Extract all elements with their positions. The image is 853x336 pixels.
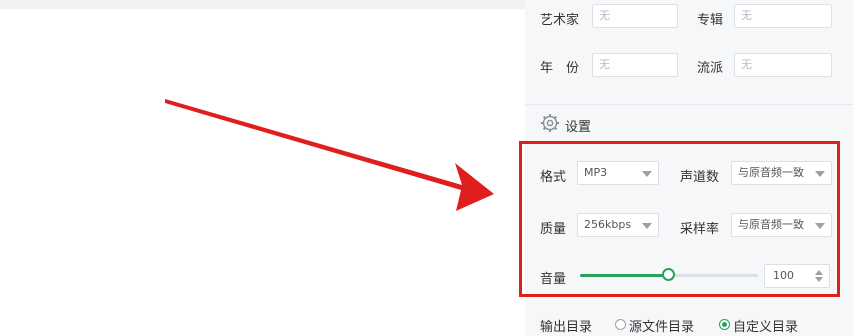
genre-input[interactable]: 无 [734,53,832,77]
red-highlight-box [519,141,840,297]
section-divider [525,104,853,105]
year-label: 年 份 [540,61,580,76]
year-input[interactable]: 无 [592,53,678,77]
radio-source-dir[interactable] [615,319,626,330]
gear-icon [541,114,559,132]
artist-label: 艺术家 [540,13,580,28]
genre-label: 流派 [697,61,724,76]
radio-source-dir-label[interactable]: 源文件目录 [629,316,694,335]
radio-custom-dir[interactable] [719,319,730,330]
settings-title: 设置 [565,120,592,135]
artist-input[interactable]: 无 [592,4,678,28]
album-input[interactable]: 无 [734,4,832,28]
album-label: 专辑 [697,13,724,28]
radio-custom-dir-label[interactable]: 自定义目录 [733,316,798,335]
output-dir-label: 输出目录 [540,320,593,335]
